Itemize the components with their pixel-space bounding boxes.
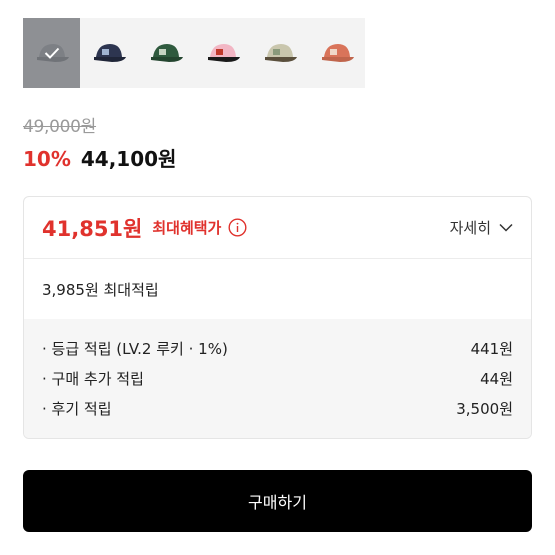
point-label: · 후기 적립 (42, 399, 112, 418)
chevron-down-icon (499, 223, 513, 232)
cap-thumbnail-navy (93, 44, 126, 62)
sale-price: 44,100원 (80, 147, 177, 171)
point-row-purchase: · 구매 추가 적립 44원 (42, 363, 513, 393)
color-swatch-navy[interactable] (80, 18, 137, 88)
benefit-panel: 41,851원 최대혜택가 자세히 3,985원 최대적립 · 등급 적립 (L… (23, 196, 532, 439)
original-price: 49,000원 (23, 117, 97, 137)
color-swatch-green[interactable] (137, 18, 194, 88)
point-value: 44원 (480, 369, 513, 388)
cap-thumbnail-green (150, 44, 183, 62)
point-label: · 구매 추가 적립 (42, 369, 144, 388)
checkmark-icon (23, 18, 80, 88)
detail-toggle-label: 자세히 (449, 219, 491, 237)
cap-thumbnail-beige (264, 44, 297, 62)
cap-thumbnail-pink (207, 44, 240, 62)
point-row-grade: · 등급 적립 (LV.2 루키 · 1%) 441원 (42, 333, 513, 363)
color-swatch-pink[interactable] (194, 18, 251, 88)
point-value: 441원 (470, 339, 513, 358)
points-breakdown-list: · 등급 적립 (LV.2 루키 · 1%) 441원 · 구매 추가 적립 4… (24, 319, 531, 438)
color-swatch-list (23, 18, 365, 88)
point-row-review: · 후기 적립 3,500원 (42, 393, 513, 423)
buy-button[interactable]: 구매하기 (23, 470, 532, 532)
benefit-header: 41,851원 최대혜택가 자세히 (24, 197, 531, 259)
info-icon[interactable] (228, 218, 247, 237)
max-points-text: 3,985원 최대적립 (42, 280, 159, 299)
sale-price-row: 10% 44,100원 (23, 143, 176, 172)
color-swatch-orange[interactable] (308, 18, 365, 88)
cap-thumbnail-orange (321, 44, 354, 62)
point-value: 3,500원 (456, 399, 513, 418)
point-label: · 등급 적립 (LV.2 루키 · 1%) (42, 339, 228, 358)
discount-rate: 10% (23, 147, 71, 171)
best-price: 41,851원 (42, 216, 143, 241)
detail-toggle-button[interactable]: 자세히 (450, 217, 513, 238)
best-price-label: 최대혜택가 (152, 219, 222, 237)
color-swatch-beige[interactable] (251, 18, 308, 88)
color-swatch-gray[interactable] (23, 18, 80, 88)
